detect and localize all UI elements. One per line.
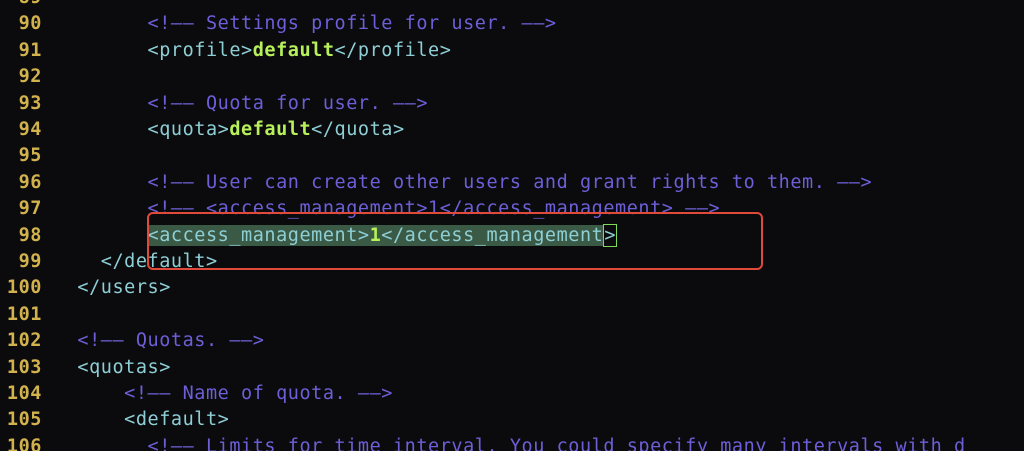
code-comment: <!—— Quota for user. ——> — [54, 92, 429, 114]
code-line[interactable]: 104 <!—— Name of quota. ——> — [0, 381, 1024, 407]
line-number: 97 — [18, 198, 42, 220]
line-number: 104 — [6, 383, 42, 404]
code-tag: <profile> — [54, 39, 253, 61]
code-line[interactable]: 92 — [0, 64, 1024, 90]
line-number: 95 — [18, 145, 42, 167]
line-code: <!—— Limits for time interval. You could… — [54, 434, 966, 451]
line-code: <quota>default</quota> — [54, 117, 405, 143]
line-code: <!—— Quota for user. ——> — [54, 91, 428, 117]
code-tag: <default> — [54, 409, 230, 431]
line-number: 102 — [6, 330, 42, 352]
line-code: <default> — [54, 407, 229, 433]
code-comment: <!—— Name of quota. ——> — [54, 383, 393, 404]
line-code: <!—— User can create other users and gra… — [54, 170, 872, 196]
code-comment: <!—— Settings profile for user. ——> — [54, 13, 557, 35]
line-number: 90 — [18, 13, 42, 35]
line-number: 93 — [18, 92, 42, 114]
line-number: 98 — [18, 224, 42, 246]
line-code: <profile>default</profile> — [54, 38, 451, 64]
code-line[interactable]: 94 <quota>default</quota> — [0, 117, 1024, 143]
line-number: 94 — [18, 119, 42, 140]
line-number: 103 — [6, 356, 42, 378]
code-comment: <!—— Quotas. ——> — [54, 330, 265, 352]
line-number: 100 — [6, 277, 42, 299]
line-number: 105 — [6, 409, 42, 431]
line-number: 89 — [4, 0, 42, 11]
line-code: <!—— Quotas. ——> — [54, 328, 264, 354]
code-line[interactable]: 101 — [0, 302, 1024, 328]
code-value: default — [229, 119, 312, 140]
code-comment: <!—— Limits for time interval. You could… — [54, 435, 966, 451]
code-line[interactable]: 93 <!—— Quota for user. ——> — [0, 91, 1024, 117]
line-number: 92 — [18, 66, 42, 88]
code-tag: </profile> — [334, 39, 452, 61]
line-code: <!—— Name of quota. ——> — [54, 381, 393, 407]
code-comment: <!—— User can create other users and gra… — [54, 171, 873, 193]
line-code: <quotas> — [54, 355, 171, 381]
line-number: 91 — [18, 39, 42, 61]
line-number: 99 — [18, 251, 42, 272]
code-tag: </users> — [54, 277, 171, 299]
code-line[interactable]: 89 — [0, 0, 1024, 11]
line-code: <!—— Settings profile for user. ——> — [54, 11, 557, 37]
code-line[interactable]: 105 <default> — [0, 407, 1024, 433]
code-line[interactable]: 106 <!—— Limits for time interval. You c… — [0, 434, 1024, 451]
line-code: </users> — [54, 275, 171, 301]
code-editor[interactable]: 8990 <!—— Settings profile for user. ——>… — [0, 0, 1024, 451]
line-number: 101 — [6, 303, 42, 325]
line-number: 96 — [18, 171, 42, 193]
code-line[interactable]: 96 <!—— User can create other users and … — [0, 170, 1024, 196]
code-line[interactable]: 95 — [0, 143, 1024, 169]
code-line[interactable]: 90 <!—— Settings profile for user. ——> — [0, 11, 1024, 37]
code-line[interactable]: 102 <!—— Quotas. ——> — [0, 328, 1024, 354]
code-value: default — [252, 39, 335, 61]
annotation-highlight-box — [147, 212, 763, 270]
code-line[interactable]: 91 <profile>default</profile> — [0, 38, 1024, 64]
code-tag: <quotas> — [54, 356, 171, 378]
code-line[interactable]: 100 </users> — [0, 275, 1024, 301]
code-tag: <quota> — [54, 119, 230, 140]
line-number: 106 — [6, 435, 42, 451]
code-line[interactable]: 103 <quotas> — [0, 355, 1024, 381]
code-tag: </quota> — [311, 119, 405, 140]
